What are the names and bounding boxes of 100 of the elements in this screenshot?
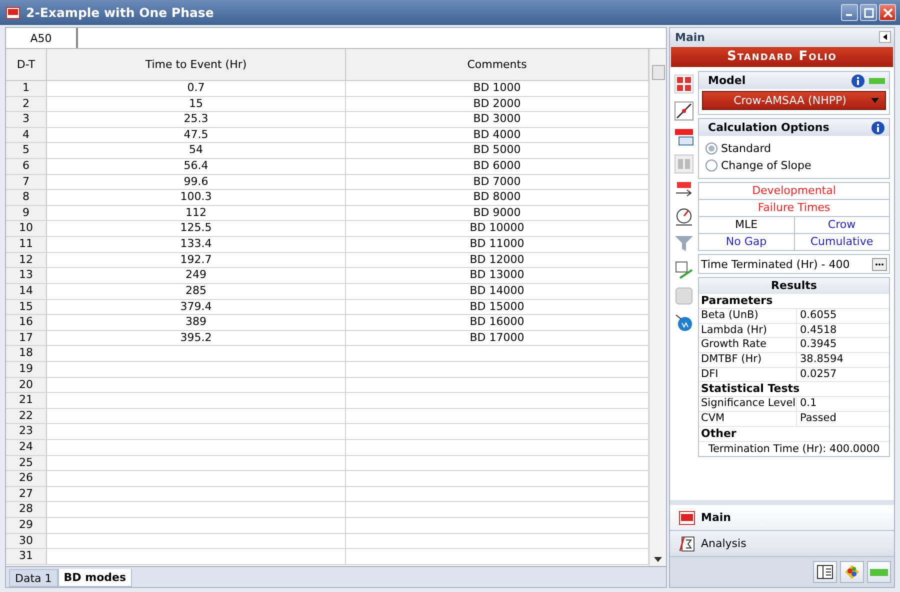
more-button[interactable] [872,258,887,270]
table-cell: BD 15000 [470,300,524,313]
row-header: 23 [6,424,47,440]
sheet-tab[interactable]: Data 1 [9,569,58,587]
table-cell: BD 17000 [470,330,524,344]
caret-icon [871,98,879,103]
row-header: 13 [6,268,47,283]
table-cell: BD 11000 [470,237,524,250]
row-header: 7 [6,174,47,190]
row-header: 19 [6,362,47,377]
row-header: 31 [6,549,47,564]
section-title: Model [708,74,747,87]
app-icon [6,6,20,20]
table-cell: BD 8000 [473,190,521,204]
result-label: CVM [699,412,797,426]
row-header: 2 [6,96,47,112]
row-header: 26 [6,471,47,486]
row-header: 18 [6,346,47,361]
table-cell: 15 [189,96,203,110]
row-header: 14 [6,284,47,299]
table-cell: BD 5000 [473,143,521,156]
radio-button[interactable] [705,159,718,172]
result-value: 0.3945 [799,338,838,352]
table-cell: 112 [186,206,206,219]
tools-button[interactable] [840,561,864,583]
sheet-tab[interactable]: BD modes [58,569,132,587]
radio-option[interactable]: Change of Slope [705,159,883,172]
row-header: 17 [6,330,47,346]
collapse-button[interactable] [879,31,891,43]
table-cell: BD 1000 [473,81,521,94]
setting-cell[interactable]: Developmental [699,183,889,199]
setting-cell[interactable]: No Gap [699,234,794,250]
setting-cell[interactable]: Failure Times [699,200,889,216]
table-cell: BD 6000 [473,159,521,172]
row-header: 27 [6,486,47,502]
row-header: 5 [6,143,47,158]
result-label: Beta (UnB) [699,309,797,323]
table-cell: 395.2 [180,330,212,344]
table-cell: BD 7000 [473,174,521,188]
table-cell: 99.6 [184,174,208,188]
row-header: 16 [6,315,47,330]
scroll-down-icon[interactable] [654,557,662,562]
app-icon [679,510,695,524]
gauge-icon[interactable] [674,206,694,226]
result-label: Lambda (Hr) [699,324,797,338]
table-cell: BD 3000 [473,112,521,126]
filter-icon[interactable] [674,233,694,253]
setting-cell[interactable]: Cumulative [794,234,889,250]
view-button[interactable] [813,561,837,583]
row-header: 3 [6,112,47,127]
table-cell: 379.4 [180,300,212,313]
scrollbar-thumb[interactable] [652,65,665,80]
row-header: 1 [6,81,47,96]
column-header[interactable]: D-T [6,49,47,80]
row-header: 12 [6,252,47,268]
table-cell: BD 14000 [470,284,524,297]
row-header: 4 [6,128,47,142]
model-dropdown[interactable]: Crow-AMSAA (NHPP) [702,91,886,110]
table-cell: 25.3 [184,112,208,126]
table-cell: 56.4 [184,159,208,172]
folio-banner: Standard Folio [671,47,893,67]
minimize-button[interactable] [841,4,858,21]
result-label: Significance Level [699,397,797,412]
radio-button[interactable] [705,142,718,155]
table-cell: BD 12000 [470,252,524,266]
table-cell: 285 [186,284,206,297]
table-cell: 0.7 [187,81,205,94]
info-icon[interactable] [851,74,865,88]
setting-cell[interactable]: MLE [699,217,794,233]
column-header[interactable]: Time to Event (Hr) [47,49,346,80]
results-section-heading: Statistical Tests [699,382,889,398]
table-cell: BD 9000 [473,206,521,219]
radio-option[interactable]: Standard [705,142,883,155]
info-icon[interactable] [871,120,885,134]
plot-icon[interactable] [674,100,694,120]
table-cell: 47.5 [184,128,208,141]
window-title: 2-Example with One Phase [26,5,215,20]
result-label: DFI [699,368,797,382]
nav-button[interactable]: Main [670,505,894,531]
scrollbar[interactable] [649,49,666,566]
results-section-heading: Other [699,426,889,442]
nav-button[interactable]: Analysis [670,531,894,557]
panel-title: Main [675,30,705,44]
result-value: 0.4518 [799,324,838,338]
table-cell: 125.5 [180,221,212,234]
maximize-icon [864,8,874,18]
close-icon [882,8,892,18]
table-cell: BD 13000 [470,268,524,282]
row-header: 22 [6,408,47,424]
diamond-icon [844,564,860,580]
setting-cell[interactable]: Crow [794,217,889,233]
table-cell: BD 10000 [470,221,524,234]
result-value: 0.6055 [799,309,838,323]
results-header: Results [699,278,889,294]
status-indicator-icon [869,78,885,84]
table-cell: 133.4 [180,237,212,250]
chart-table-icon[interactable] [674,260,694,280]
row-header: 6 [6,159,47,174]
maximize-button[interactable] [860,4,877,21]
close-button[interactable] [879,4,896,21]
